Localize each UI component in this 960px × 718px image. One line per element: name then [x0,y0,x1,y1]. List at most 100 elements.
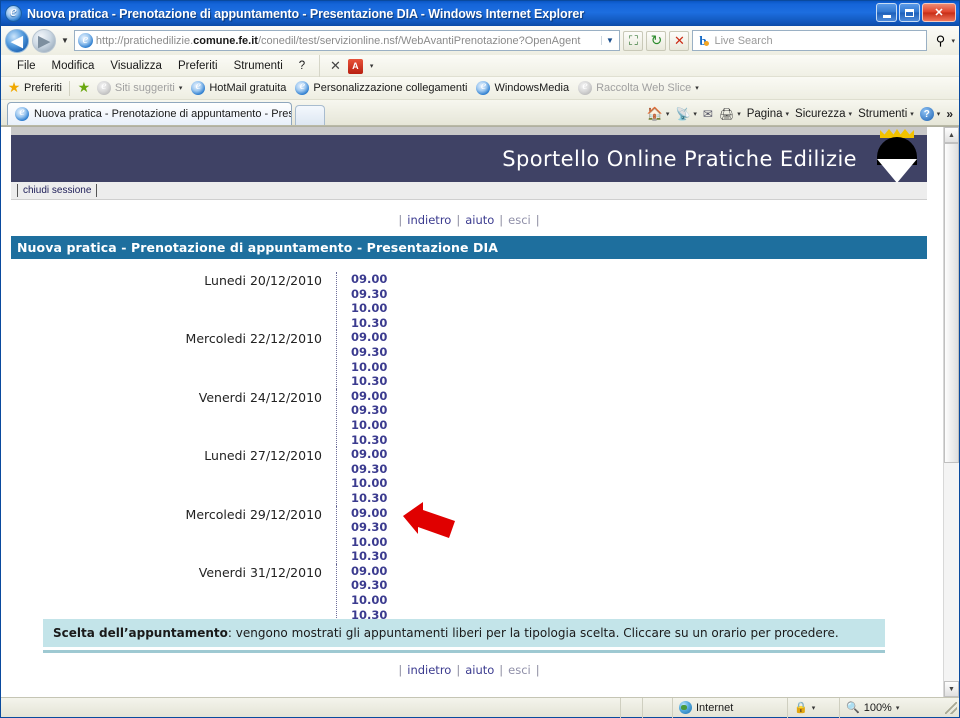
search-input[interactable]: b Live Search [692,30,928,51]
security-zone[interactable]: Internet [673,697,788,718]
chevron-down-icon: ▾ [936,111,941,118]
menu-item-strumenti[interactable]: Strumenti [226,58,291,74]
forward-button[interactable]: ▶ [32,28,56,53]
menu-item-visualizza[interactable]: Visualizza [102,58,170,74]
time-slot[interactable]: 10.00 [351,360,393,375]
ie-icon [191,78,206,95]
page-menu-button[interactable]: Pagina ▾ [747,108,789,120]
chevron-down-icon: ▾ [848,111,853,118]
new-tab-button[interactable] [295,105,325,125]
favorites-star-icon: ★ [7,79,21,95]
nav-esci-top[interactable]: esci [505,213,534,227]
favorite-hotmail[interactable]: HotMail gratuita [188,78,289,95]
home-button[interactable]: 🏠 ▾ [647,106,670,122]
scrollbar-track[interactable] [944,143,959,681]
help-icon: ? [919,107,934,121]
minimize-button[interactable] [876,3,897,22]
mail-button[interactable]: ✉ [703,107,713,121]
zoom-control[interactable]: 🔍 100% ▾ [840,698,905,718]
url-dropdown-icon[interactable]: ▼ [601,36,617,45]
protected-mode[interactable]: 🔒 ▾ [788,697,840,718]
compatibility-view-button[interactable]: ⛶ [623,30,644,51]
nav-indietro-bottom[interactable]: indietro [404,663,454,677]
appointment-date: Lunedi 27/12/2010 [204,448,322,464]
security-menu-button[interactable]: Sicurezza ▾ [795,108,852,120]
time-slot-group: 09.00 09.30 10.00 10.30 [336,563,393,623]
time-slot[interactable]: 10.30 [351,316,393,331]
time-slot[interactable]: 10.30 [351,374,393,389]
search-placeholder: Live Search [714,34,773,47]
add-to-favorites-icon[interactable]: ★ [77,80,91,95]
chevron-down-icon: ▾ [665,111,670,118]
time-slot[interactable]: 10.00 [351,476,393,491]
menu-item-modifica[interactable]: Modifica [44,58,103,74]
refresh-button[interactable]: ↻ [646,30,667,51]
favorite-label: WindowsMedia [494,82,570,94]
feeds-button[interactable]: 📡 ▾ [675,107,696,121]
pdf-caret-icon[interactable]: ▾ [370,62,374,70]
time-slot[interactable]: 09.00 [351,506,393,521]
command-bar: 🏠 ▾ 📡 ▾ ✉ 🖨 ▾ Pagina ▾ Sicurezza ▾ Strumenti ▾… [647,106,953,122]
time-slot[interactable]: 10.30 [351,491,393,506]
menu-item-help[interactable]: ? [291,58,313,74]
scroll-down-button[interactable]: ▼ [944,681,959,697]
lock-icon: 🔒 [794,702,808,714]
time-slot[interactable]: 09.30 [351,462,393,477]
time-slot[interactable]: 10.00 [351,301,393,316]
time-slot[interactable]: 09.30 [351,578,393,593]
time-slot-group: 09.00 09.30 10.00 10.30 [336,388,393,448]
close-toolbar-icon[interactable]: ✕ [330,58,341,74]
print-button[interactable]: 🖨 ▾ [719,107,741,121]
resize-grip[interactable] [945,701,957,714]
scrollbar-thumb[interactable] [944,143,959,463]
menu-item-file[interactable]: File [9,58,44,74]
internet-explorer-icon [5,4,22,22]
time-slot[interactable]: 09.00 [351,330,393,345]
time-slot[interactable]: 09.30 [351,345,393,360]
appointment-row: Venerdi 31/12/2010 09.00 09.30 10.00 10.… [11,563,927,623]
time-slot[interactable]: 09.30 [351,403,393,418]
search-options-caret-icon[interactable]: ▾ [951,37,955,45]
adobe-pdf-icon[interactable]: A [347,58,363,74]
history-dropdown-icon[interactable]: ▼ [59,36,71,45]
tab-active[interactable]: Nuova pratica - Prenotazione di appuntam… [7,102,292,125]
info-message: Scelta dell’appuntamento: vengono mostra… [43,619,885,647]
favorite-siti-suggeriti[interactable]: Siti suggeriti ▾ [94,78,185,95]
time-slot[interactable]: 09.00 [351,389,393,404]
bing-icon: b [695,33,711,48]
time-slot[interactable]: 09.00 [351,564,393,579]
nav-aiuto-top[interactable]: aiuto [462,213,497,227]
close-button[interactable]: ✕ [922,3,956,22]
favorite-web-slice[interactable]: Raccolta Web Slice ▾ [575,78,702,95]
time-slot[interactable]: 10.00 [351,593,393,608]
help-menu-button[interactable]: ? ▾ [919,107,941,121]
tools-menu-label: Strumenti [858,108,908,120]
search-go-icon[interactable]: ⚲ [930,31,950,51]
overflow-chevron-icon[interactable]: » [946,107,953,121]
ie-icon [295,78,310,95]
scroll-up-button[interactable]: ▲ [944,127,959,143]
close-session-link[interactable]: chiudi sessione [17,184,98,197]
time-slot[interactable]: 09.00 [351,447,393,462]
time-slot[interactable]: 10.30 [351,433,393,448]
time-slot[interactable]: 09.30 [351,520,393,535]
time-slot[interactable]: 10.00 [351,418,393,433]
nav-aiuto-bottom[interactable]: aiuto [462,663,497,677]
restore-button[interactable] [899,3,920,22]
url-input[interactable]: http://pratichedilizie.comune.fe.it/cone… [73,30,621,51]
favorite-windowsmedia[interactable]: WindowsMedia [473,78,572,95]
status-message-area [1,697,621,718]
favorites-label[interactable]: Preferiti [24,82,62,94]
time-slot[interactable]: 09.30 [351,287,393,302]
menu-item-preferiti[interactable]: Preferiti [170,58,226,74]
time-slot[interactable]: 10.00 [351,535,393,550]
time-slot[interactable]: 09.00 [351,272,393,287]
tools-menu-button[interactable]: Strumenti ▾ [858,108,914,120]
vertical-scrollbar[interactable]: ▲ ▼ [943,127,959,697]
nav-indietro-top[interactable]: indietro [404,213,454,227]
back-button[interactable]: ◀ [5,28,29,53]
time-slot[interactable]: 10.30 [351,549,393,564]
nav-esci-bottom[interactable]: esci [505,663,534,677]
stop-button[interactable]: ✕ [669,30,690,51]
favorite-personalizzazione[interactable]: Personalizzazione collegamenti [292,78,470,95]
